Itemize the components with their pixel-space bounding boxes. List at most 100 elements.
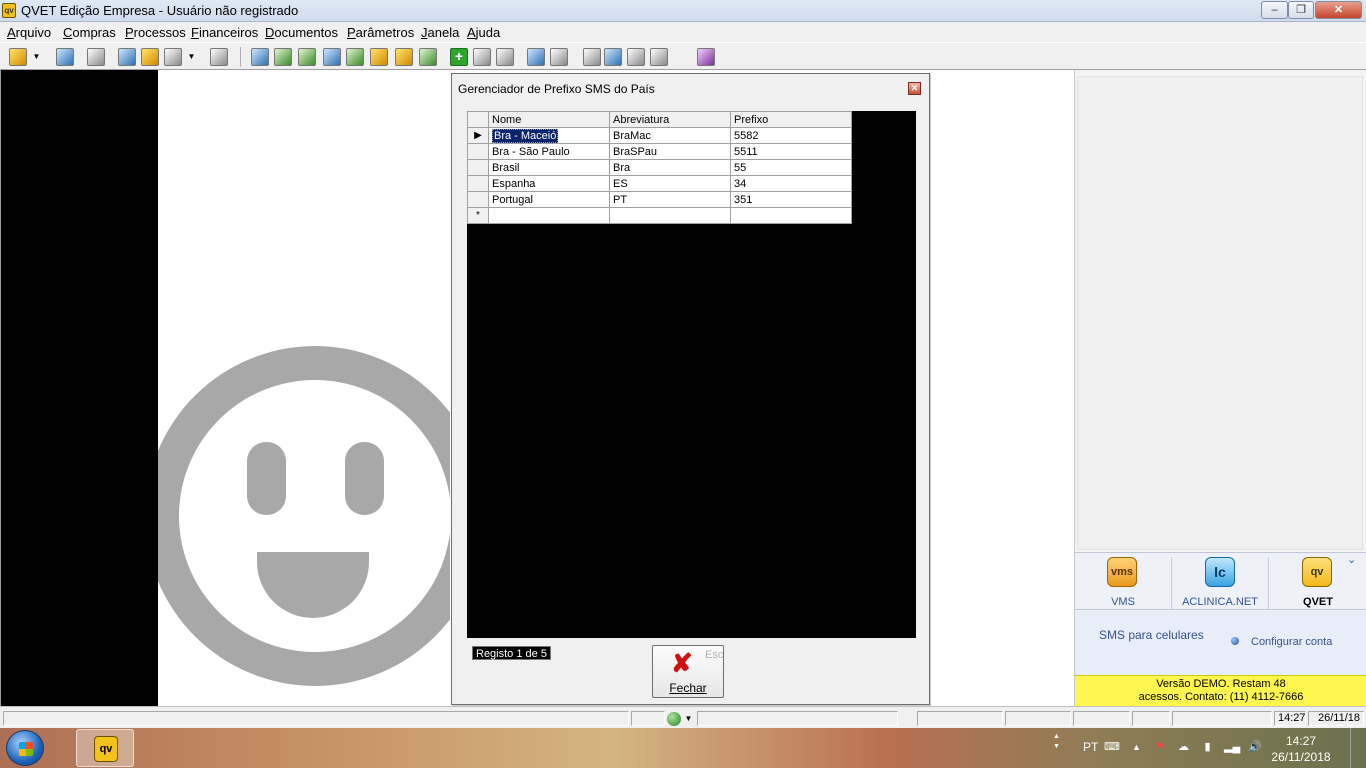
search-people-icon[interactable] [56,48,74,66]
shortcut-hint: Esc [705,649,724,661]
word-icon[interactable] [604,48,622,66]
cloud-icon[interactable]: ☁ [1177,741,1190,754]
menu-janela[interactable]: Janela [421,25,459,40]
power-icon[interactable]: ▮ [1201,741,1214,754]
collapse-chevron-icon[interactable]: ⌄ [1347,553,1356,566]
selected-text: Bra - Maceió [492,128,559,143]
qvet-watermark-logo [158,70,450,706]
cell-abreviatura[interactable]: ES [609,175,731,192]
cell-prefixo[interactable]: 34 [730,175,852,192]
vms-icon: vms [1107,557,1137,587]
table-row[interactable]: Espanha ES 34 [467,175,852,192]
start-button[interactable] [6,730,44,766]
check-icon[interactable] [298,48,316,66]
configure-account-link[interactable]: Configurar conta [1251,636,1332,648]
cell-prefixo[interactable]: 5582 [730,127,852,144]
cell-prefixo[interactable]: 351 [730,191,852,208]
close-window-button[interactable]: ✕ [1315,1,1362,19]
menu-compras[interactable]: Compras [63,25,116,40]
manual-book-icon[interactable] [697,48,715,66]
cell-abreviatura[interactable]: BraMac [609,127,731,144]
cell-abreviatura[interactable]: BraSPau [609,143,731,160]
connection-status-icon[interactable] [667,712,681,726]
find-document-icon[interactable] [527,48,545,66]
window-list-icon[interactable] [164,48,182,66]
app-aclinica[interactable]: lc ACLINICA.NET [1172,553,1268,611]
table-row[interactable]: Portugal PT 351 [467,191,852,208]
network-signal-icon[interactable]: ▂▄ [1224,741,1240,754]
calendar-icon[interactable] [251,48,269,66]
cell-abreviatura[interactable]: Bra [609,159,731,176]
table-row[interactable]: ▶ Bra - Maceió BraMac 5582 [467,127,852,144]
star-icon[interactable] [346,48,364,66]
cell-abreviatura[interactable]: PT [609,191,731,208]
menu-processos[interactable]: Processos [125,25,186,40]
print-preview-icon[interactable] [550,48,568,66]
cell-prefixo[interactable] [730,207,852,224]
dropdown-arrow-icon[interactable]: ▼ [684,713,693,725]
table-row[interactable]: Brasil Bra 55 [467,159,852,176]
taskbar-clock[interactable]: 14:27 26/11/2018 [1266,733,1336,765]
register-icon[interactable] [87,48,105,66]
report-icon[interactable] [323,48,341,66]
cell-nome[interactable]: Bra - Maceió [488,127,610,144]
scroll-arrows-icon[interactable]: ▲ ▼ [1050,732,1063,764]
language-indicator[interactable]: PT [1083,740,1098,754]
link-icon[interactable] [627,48,645,66]
page-icon[interactable] [583,48,601,66]
dialog-close-icon[interactable]: ✕ [908,82,921,95]
taskbar-qvet-button[interactable]: qv [76,729,134,767]
add-icon[interactable]: + [450,48,468,66]
cell-abreviatura[interactable] [609,207,731,224]
fechar-button[interactable]: ✘ Esc Fechar [652,645,724,698]
maximize-button[interactable]: ❐ [1288,1,1314,19]
menu-arquivo[interactable]: Arquivo [7,25,51,40]
database-icon[interactable] [650,48,668,66]
column-header-abreviatura[interactable]: Abreviatura [609,111,731,128]
menu-financeiros[interactable]: Financeiros [191,25,258,40]
cell-prefixo[interactable]: 5511 [730,143,852,160]
building-icon[interactable] [473,48,491,66]
qvet-app-icon[interactable]: qv [2,3,16,18]
volume-icon[interactable]: 🔊 [1248,741,1262,754]
system-tray: ▲ ▼ PT ⌨ ▲ ⚑ ☁ ▮ ▂▄ 🔊 14:27 26/11/2018 [1050,728,1366,768]
cell-prefixo[interactable]: 55 [730,159,852,176]
dropdown-arrow-icon[interactable]: ▼ [32,51,41,63]
clock-time: 14:27 [1285,734,1317,748]
status-panel [1005,711,1071,726]
documents-icon[interactable] [141,48,159,66]
book-icon[interactable] [496,48,514,66]
menu-ajuda[interactable]: Ajuda [467,25,500,40]
app-vms[interactable]: vms VMS [1075,553,1171,611]
key-icon[interactable] [395,48,413,66]
table-row[interactable]: Bra - São Paulo BraSPau 5511 [467,143,852,160]
menu-parametros[interactable]: Parâmetros [347,25,414,40]
status-panel [631,711,665,726]
cell-nome[interactable]: Brasil [488,159,610,176]
show-hidden-icons-icon[interactable]: ▲ [1130,741,1143,754]
cell-nome[interactable] [488,207,610,224]
cart-icon[interactable] [370,48,388,66]
new-row[interactable]: * [467,207,852,224]
status-panel [3,711,629,726]
dropdown-arrow-icon[interactable]: ▼ [187,51,196,63]
action-center-flag-icon[interactable]: ⚑ [1153,741,1166,754]
tray-icon[interactable] [274,48,292,66]
app-label: QVET [1303,596,1333,608]
cell-nome[interactable]: Bra - São Paulo [488,143,610,160]
show-desktop-button[interactable] [1350,728,1366,768]
prefix-table: Nome Abreviatura Prefixo ▶ Bra - Maceió … [467,111,852,224]
minimize-button[interactable]: ‒ [1261,1,1288,19]
cell-nome[interactable]: Espanha [488,175,610,192]
tool-icon[interactable] [210,48,228,66]
column-header-nome[interactable]: Nome [488,111,610,128]
keyboard-icon[interactable]: ⌨ [1104,741,1120,754]
magnifier-icon[interactable] [118,48,136,66]
menu-documentos[interactable]: Documentos [265,25,338,40]
row-indicator [467,143,489,160]
column-header-prefixo[interactable]: Prefixo [730,111,852,128]
lightning-icon[interactable] [9,48,27,66]
vaccine-icon[interactable] [419,48,437,66]
cell-nome[interactable]: Portugal [488,191,610,208]
status-panel [1132,711,1170,726]
